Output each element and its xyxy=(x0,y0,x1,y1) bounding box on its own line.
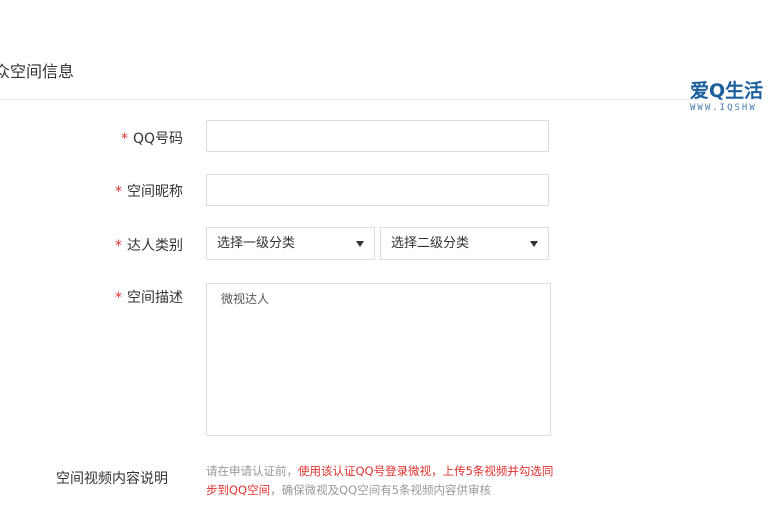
watermark-logo: 爱Q生活 xyxy=(690,80,764,102)
watermark-url: WWW.IQSHW xyxy=(690,103,757,113)
secondary-category-select[interactable]: 选择二级分类 xyxy=(380,227,549,260)
category-label: * 达人类别 xyxy=(115,238,183,254)
space-description-label: * 空间描述 xyxy=(115,290,183,306)
space-description-value: 微视达人 xyxy=(221,292,270,306)
required-mark: * xyxy=(115,290,122,306)
primary-category-value: 选择一级分类 xyxy=(217,236,296,251)
secondary-category-value: 选择二级分类 xyxy=(391,236,470,251)
space-description-textarea[interactable]: 微视达人 xyxy=(206,283,551,436)
form-page: 众空间信息 爱Q生活 WWW.IQSHW * QQ号码 * 空间昵称 * 达人类别 选… xyxy=(0,0,768,510)
space-nickname-input[interactable] xyxy=(206,174,549,206)
primary-category-select[interactable]: 选择一级分类 xyxy=(206,227,375,260)
video-note-label: 空间视频内容说明 xyxy=(56,471,168,487)
space-nickname-label: * 空间昵称 xyxy=(115,184,183,200)
video-note-text: 请在申请认证前，使用该认证QQ号登录微视，上传5条视频并勾选同 步到QQ空间，确保… xyxy=(206,464,554,497)
site-watermark: 爱Q生活 WWW.IQSHW xyxy=(690,80,768,124)
required-mark: * xyxy=(115,184,122,200)
required-mark: * xyxy=(115,238,122,254)
caret-down-icon xyxy=(530,241,538,247)
required-mark: * xyxy=(120,131,128,147)
section-divider xyxy=(0,99,700,100)
section-title: 众空间信息 xyxy=(0,62,75,81)
caret-down-icon xyxy=(356,241,364,247)
qq-number-label: * QQ号码 xyxy=(120,131,183,147)
qq-number-input[interactable] xyxy=(206,120,549,152)
